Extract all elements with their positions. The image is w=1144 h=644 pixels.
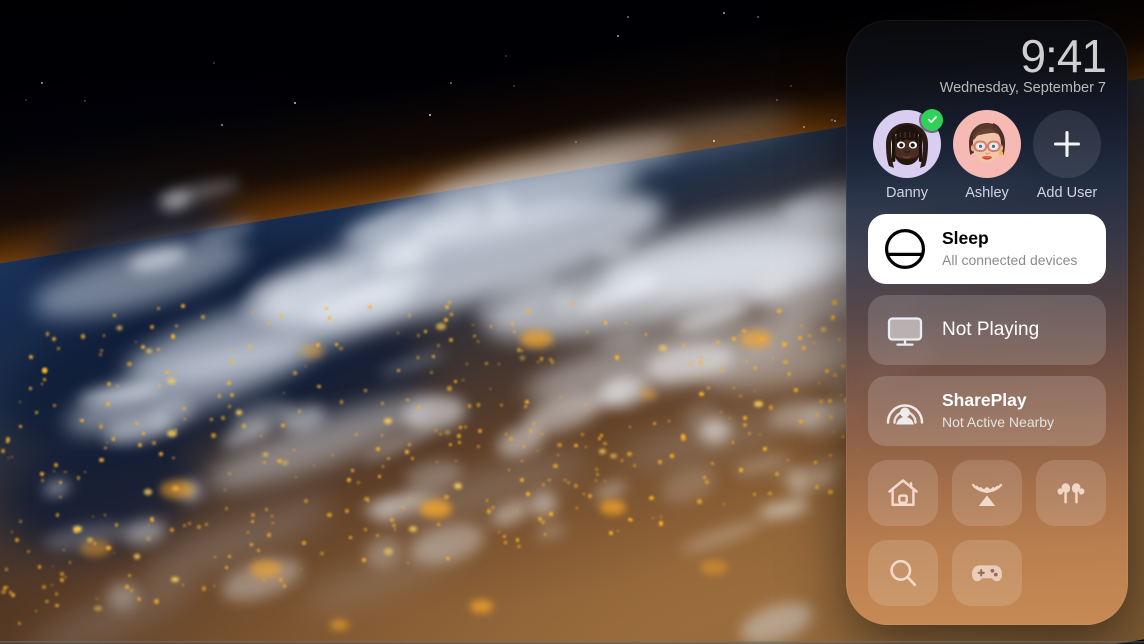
quick-action-tile-grid <box>868 459 1106 606</box>
plus-icon <box>1033 109 1101 178</box>
tile-game-controller[interactable] <box>952 539 1022 606</box>
user-switcher-row: Danny Ashley Add User <box>868 108 1106 201</box>
tv-icon <box>882 307 928 353</box>
user-label-ashley: Ashley <box>965 184 1009 201</box>
now-playing-card[interactable]: Not Playing <box>868 294 1106 365</box>
tile-airpods[interactable] <box>1036 459 1106 526</box>
focus-card-subtitle: All connected devices <box>942 251 1078 268</box>
home-icon <box>888 479 918 506</box>
sleep-focus-icon <box>882 226 928 272</box>
user-label-danny: Danny <box>886 184 928 201</box>
tile-home[interactable] <box>868 459 938 526</box>
check-icon <box>921 108 943 131</box>
tile-airplay[interactable] <box>952 459 1022 526</box>
airplay-icon <box>971 483 1003 506</box>
clock-time: 9:41 <box>1020 30 1107 82</box>
focus-card-sleep[interactable]: Sleep All connected devices <box>868 213 1106 284</box>
now-playing-card-text: Not Playing <box>942 318 1039 341</box>
now-playing-card-title: Not Playing <box>942 319 1040 341</box>
tvos-control-center-screen: 9:41 Wednesday, September 7 Danny Ashley… <box>0 0 1144 644</box>
shareplay-icon <box>882 388 928 434</box>
clock-date: Wednesday, September 7 <box>939 79 1106 96</box>
memoji-ashley-avatar <box>953 109 1021 178</box>
avatar-wrap-danny <box>873 108 943 178</box>
add-user-button[interactable]: Add User <box>1030 109 1104 201</box>
tile-empty-slot <box>1036 540 1106 606</box>
search-icon <box>890 559 917 586</box>
clock-block: 9:41 Wednesday, September 7 <box>868 20 1107 96</box>
shareplay-card-text: SharePlay Not Active Nearby <box>942 390 1054 431</box>
user-label-add-user: Add User <box>1036 184 1098 201</box>
game-controller-icon <box>972 565 1002 581</box>
user-profile-ashley[interactable]: Ashley <box>950 109 1024 201</box>
tile-search[interactable] <box>868 539 938 606</box>
control-center-panel: 9:41 Wednesday, September 7 Danny Ashley… <box>846 20 1128 625</box>
avatar-wrap-ashley <box>953 109 1021 178</box>
shareplay-card[interactable]: SharePlay Not Active Nearby <box>868 375 1106 446</box>
airpods-icon <box>1057 482 1085 504</box>
shareplay-card-title: SharePlay <box>942 390 1027 411</box>
user-profile-danny[interactable]: Danny <box>870 108 944 201</box>
focus-card-text: Sleep All connected devices <box>942 228 1077 269</box>
shareplay-card-subtitle: Not Active Nearby <box>942 413 1055 430</box>
focus-card-title: Sleep <box>942 228 989 249</box>
